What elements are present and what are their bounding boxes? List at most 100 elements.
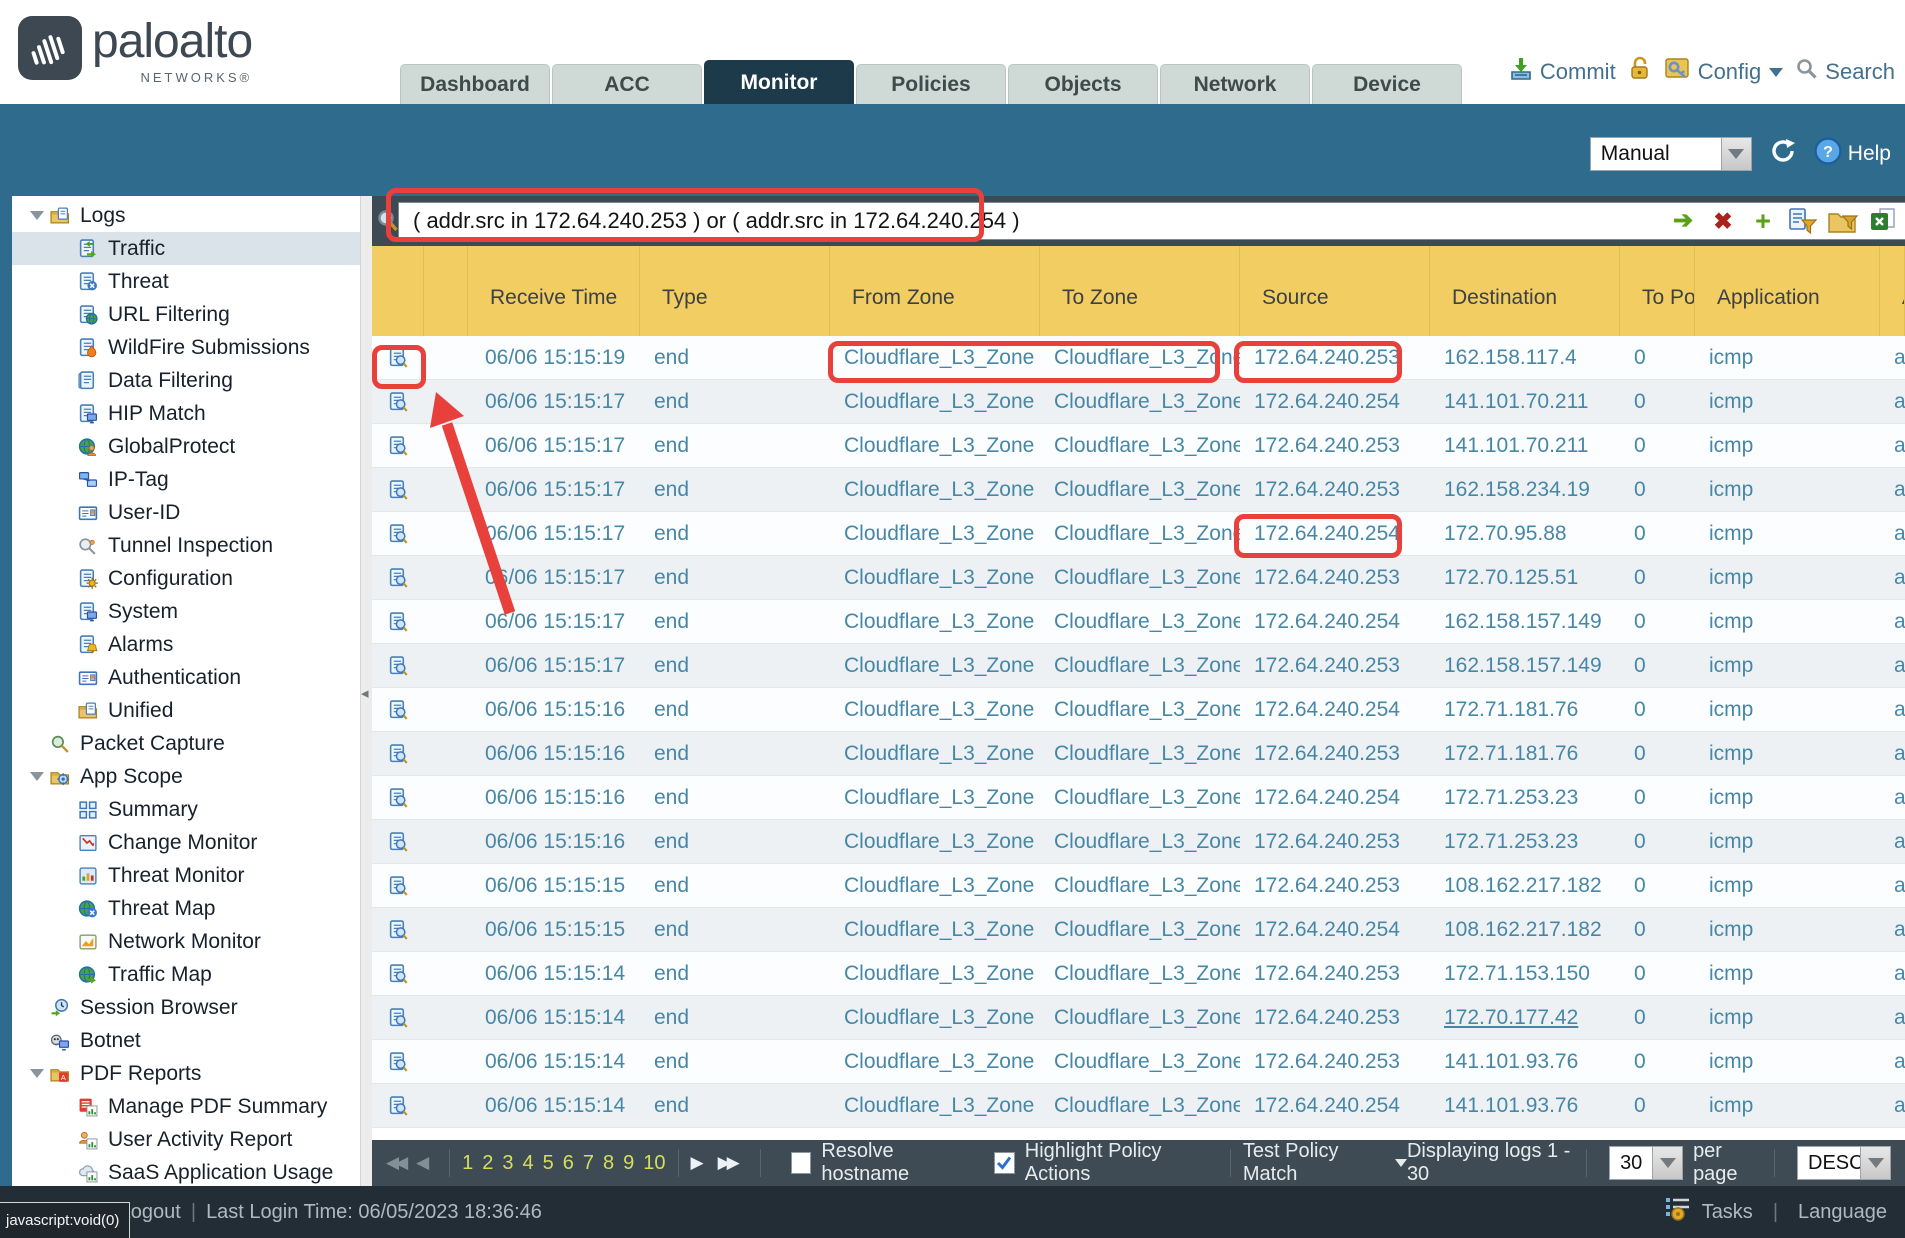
cell-to[interactable]: Cloudflare_L3_Zone [1040,336,1240,379]
cell-src[interactable]: 172.64.240.254 [1240,1084,1430,1127]
cell-dst[interactable]: 172.70.177.42 [1430,996,1620,1039]
cell-to[interactable]: Cloudflare_L3_Zone [1040,1084,1240,1127]
log-detail-icon[interactable] [372,556,424,599]
commit-button[interactable]: Commit [1508,56,1616,88]
cell-type[interactable]: end [640,424,830,467]
tab-policies[interactable]: Policies [856,64,1006,104]
sidebar-item-threat-map[interactable]: Threat Map [12,892,360,925]
log-detail-icon[interactable] [372,776,424,819]
column-header-application[interactable]: Application [1695,246,1880,336]
sidebar-item-pdf-reports[interactable]: APDF Reports [12,1057,360,1090]
log-detail-icon[interactable] [372,336,424,379]
column-header-from-zone[interactable]: From Zone [830,246,1040,336]
cell-dst[interactable]: 172.71.181.76 [1430,732,1620,775]
log-detail-icon[interactable] [372,1084,424,1127]
page-number-5[interactable]: 5 [543,1152,554,1175]
cell-from[interactable]: Cloudflare_L3_Zone [830,512,1040,555]
apply-filter-button[interactable]: ➔ [1667,205,1699,237]
cell-app[interactable]: icmp [1695,820,1880,863]
cell-app[interactable]: icmp [1695,556,1880,599]
cell-type[interactable]: end [640,688,830,731]
log-detail-icon[interactable] [372,600,424,643]
cell-port[interactable]: 0 [1620,600,1695,643]
cell-from[interactable]: Cloudflare_L3_Zone [830,644,1040,687]
cell-type[interactable]: end [640,512,830,555]
log-detail-icon[interactable] [372,996,424,1039]
log-detail-icon[interactable] [372,1040,424,1083]
refresh-interval-select[interactable]: Manual [1590,137,1752,171]
cell-src[interactable]: 172.64.240.253 [1240,820,1430,863]
cell-dst[interactable]: 141.101.70.211 [1430,424,1620,467]
cell-from[interactable]: Cloudflare_L3_Zone [830,996,1040,1039]
log-detail-icon[interactable] [372,644,424,687]
cell-type[interactable]: end [640,380,830,423]
cell-port[interactable]: 0 [1620,908,1695,951]
log-detail-icon[interactable] [372,468,424,511]
sidebar-item-system[interactable]: System [12,595,360,628]
cell-dst[interactable]: 172.70.95.88 [1430,512,1620,555]
sidebar-item-packet-capture[interactable]: Packet Capture [12,727,360,760]
page-number-7[interactable]: 7 [583,1152,594,1175]
cell-src[interactable]: 172.64.240.253 [1240,644,1430,687]
sidebar-item-tunnel-inspection[interactable]: Tunnel Inspection [12,529,360,562]
cell-app[interactable]: icmp [1695,952,1880,995]
column-header-receive-time[interactable]: Receive Time [468,246,640,336]
cell-type[interactable]: end [640,1084,830,1127]
cell-from[interactable]: Cloudflare_L3_Zone [830,600,1040,643]
cell-dst[interactable]: 141.101.93.76 [1430,1040,1620,1083]
sidebar-item-manage-pdf-summary[interactable]: Manage PDF Summary [12,1090,360,1123]
cell-to[interactable]: Cloudflare_L3_Zone [1040,380,1240,423]
cell-src[interactable]: 172.64.240.254 [1240,600,1430,643]
log-detail-icon[interactable] [372,908,424,951]
cell-dst[interactable]: 162.158.117.4 [1430,336,1620,379]
page-number-3[interactable]: 3 [502,1152,513,1175]
cell-app[interactable]: icmp [1695,908,1880,951]
cell-to[interactable]: Cloudflare_L3_Zone [1040,864,1240,907]
cell-to[interactable]: Cloudflare_L3_Zone [1040,776,1240,819]
filter-builder-button[interactable] [1787,205,1819,237]
cell-port[interactable]: 0 [1620,952,1695,995]
cell-type[interactable]: end [640,644,830,687]
cell-app[interactable]: icmp [1695,1084,1880,1127]
cell-to[interactable]: Cloudflare_L3_Zone [1040,996,1240,1039]
cell-type[interactable]: end [640,996,830,1039]
cell-app[interactable]: icmp [1695,864,1880,907]
sidebar-item-botnet[interactable]: Botnet [12,1024,360,1057]
language-link[interactable]: Language [1798,1201,1887,1224]
column-header-to-port[interactable]: To Port [1620,246,1695,336]
cell-type[interactable]: end [640,556,830,599]
cell-src[interactable]: 172.64.240.254 [1240,688,1430,731]
sidebar-collapse-icon[interactable]: ◂ [361,684,369,702]
cell-to[interactable]: Cloudflare_L3_Zone [1040,468,1240,511]
tab-acc[interactable]: ACC [552,64,702,104]
cell-port[interactable]: 0 [1620,688,1695,731]
cell-dst[interactable]: 141.101.93.76 [1430,1084,1620,1127]
cell-to[interactable]: Cloudflare_L3_Zone [1040,952,1240,995]
cell-type[interactable]: end [640,1040,830,1083]
cell-dst[interactable]: 108.162.217.182 [1430,908,1620,951]
cell-src[interactable]: 172.64.240.254 [1240,908,1430,951]
test-policy-match-button[interactable]: Test Policy Match [1243,1140,1407,1186]
per-page-select[interactable]: 30 [1609,1146,1683,1180]
cell-app[interactable]: icmp [1695,776,1880,819]
cell-src[interactable]: 172.64.240.253 [1240,336,1430,379]
tab-monitor[interactable]: Monitor [704,60,854,104]
cell-app[interactable]: icmp [1695,688,1880,731]
cell-src[interactable]: 172.64.240.253 [1240,424,1430,467]
cell-app[interactable]: icmp [1695,600,1880,643]
expander-icon[interactable] [26,211,48,220]
page-number-2[interactable]: 2 [482,1152,493,1175]
log-detail-icon[interactable] [372,864,424,907]
cell-to[interactable]: Cloudflare_L3_Zone [1040,688,1240,731]
log-detail-icon[interactable] [372,952,424,995]
lock-icon[interactable] [1628,56,1652,88]
cell-app[interactable]: icmp [1695,380,1880,423]
page-number-8[interactable]: 8 [603,1152,614,1175]
sidebar-item-traffic[interactable]: Traffic [12,232,360,265]
sidebar-item-user-id[interactable]: User-ID [12,496,360,529]
cell-from[interactable]: Cloudflare_L3_Zone [830,468,1040,511]
sidebar-item-data-filtering[interactable]: Data Filtering [12,364,360,397]
select-arrow-icon[interactable] [1860,1147,1890,1179]
cell-src[interactable]: 172.64.240.253 [1240,952,1430,995]
page-number-4[interactable]: 4 [523,1152,534,1175]
